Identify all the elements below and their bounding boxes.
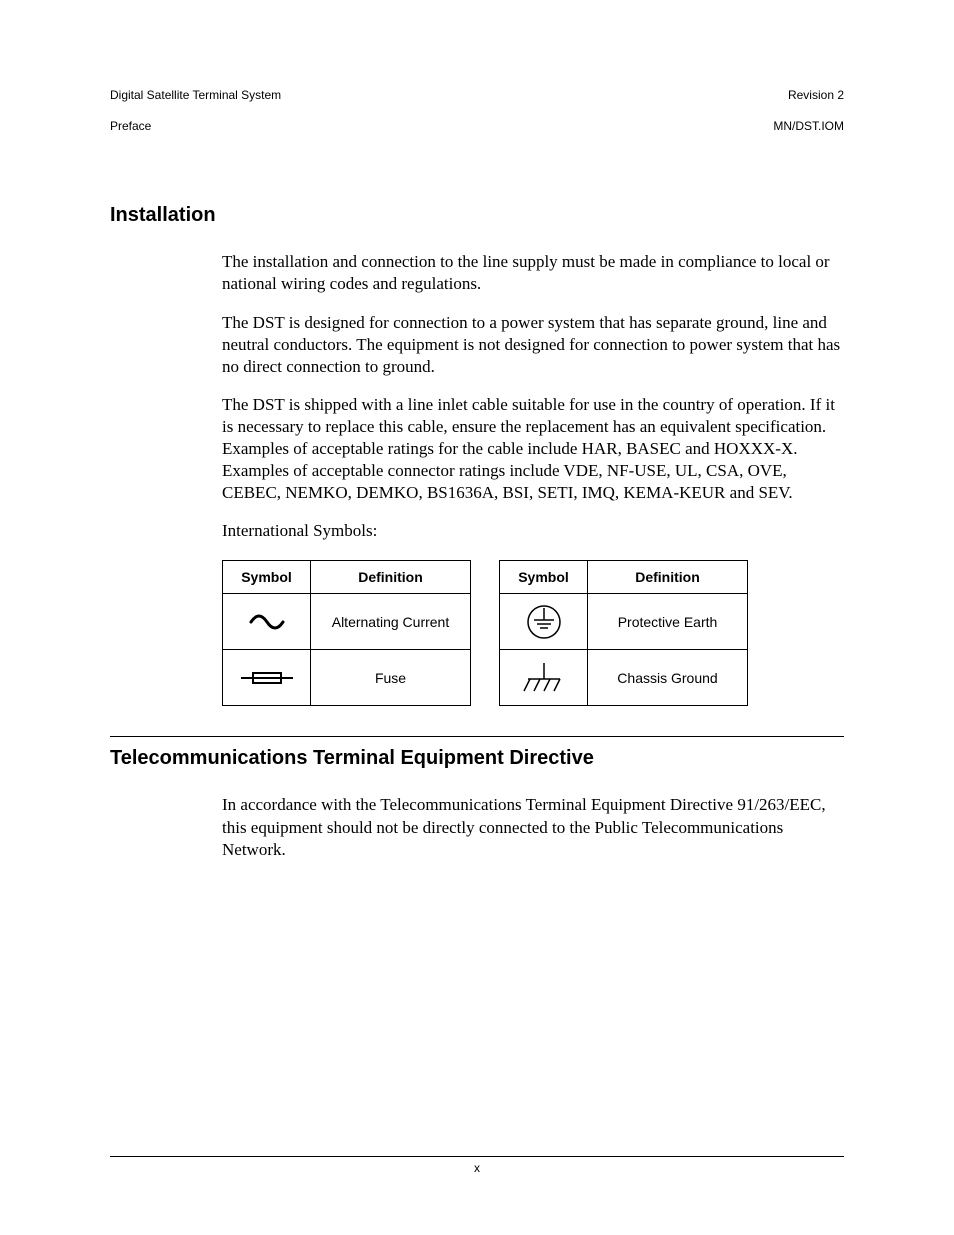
installation-p2: The DST is designed for connection to a … bbox=[222, 312, 844, 378]
header-right: Revision 2 MN/DST.IOM bbox=[773, 72, 844, 134]
installation-p4: International Symbols: bbox=[222, 520, 844, 542]
installation-body: The installation and connection to the l… bbox=[222, 251, 844, 706]
protective-earth-icon bbox=[500, 594, 588, 650]
header-doc-id: MN/DST.IOM bbox=[773, 119, 844, 133]
ac-definition: Alternating Current bbox=[311, 594, 471, 650]
symbol-tables: Symbol Definition Alternating Current bbox=[222, 560, 844, 706]
table-row: Chassis Ground bbox=[500, 650, 748, 706]
th-definition: Definition bbox=[311, 561, 471, 594]
symbol-table-right: Symbol Definition Protective Earth bbox=[499, 560, 748, 706]
protective-earth-definition: Protective Earth bbox=[588, 594, 748, 650]
table-row: Protective Earth bbox=[500, 594, 748, 650]
installation-p3: The DST is shipped with a line inlet cab… bbox=[222, 394, 844, 504]
symbol-table-left: Symbol Definition Alternating Current bbox=[222, 560, 471, 706]
table-row: Alternating Current bbox=[223, 594, 471, 650]
page-header: Digital Satellite Terminal System Prefac… bbox=[110, 72, 844, 134]
th-symbol: Symbol bbox=[500, 561, 588, 594]
fuse-definition: Fuse bbox=[311, 650, 471, 706]
installation-p1: The installation and connection to the l… bbox=[222, 251, 844, 295]
page: Digital Satellite Terminal System Prefac… bbox=[0, 0, 954, 1235]
chassis-ground-definition: Chassis Ground bbox=[588, 650, 748, 706]
page-footer: x bbox=[110, 1156, 844, 1175]
header-left: Digital Satellite Terminal System Prefac… bbox=[110, 72, 281, 134]
page-number: x bbox=[474, 1161, 480, 1175]
tte-body: In accordance with the Telecommunication… bbox=[222, 794, 844, 860]
tte-p1: In accordance with the Telecommunication… bbox=[222, 794, 844, 860]
th-symbol: Symbol bbox=[223, 561, 311, 594]
th-definition: Definition bbox=[588, 561, 748, 594]
heading-tte: Telecommunications Terminal Equipment Di… bbox=[110, 747, 844, 770]
header-doc-title: Digital Satellite Terminal System bbox=[110, 88, 281, 102]
header-revision: Revision 2 bbox=[788, 88, 844, 102]
footer-rule bbox=[110, 1156, 844, 1157]
table-row: Fuse bbox=[223, 650, 471, 706]
header-section: Preface bbox=[110, 119, 151, 133]
ac-icon bbox=[223, 594, 311, 650]
chassis-ground-icon bbox=[500, 650, 588, 706]
heading-installation: Installation bbox=[110, 204, 844, 227]
fuse-icon bbox=[223, 650, 311, 706]
section-divider bbox=[110, 736, 844, 737]
